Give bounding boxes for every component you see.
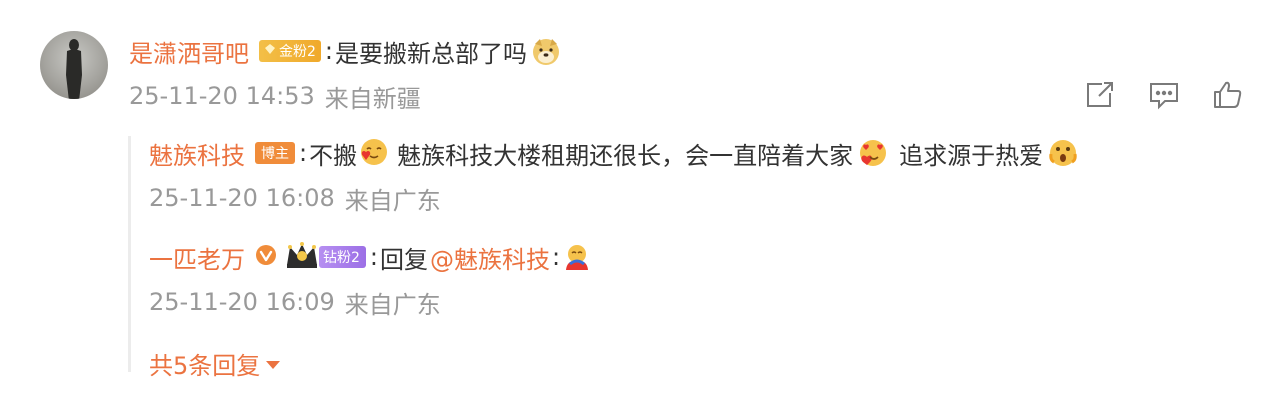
more-replies-link[interactable]: 共5条回复 bbox=[149, 346, 281, 381]
reply-1-text-part3: 追求源于热爱 bbox=[899, 141, 1044, 170]
blogger-badge: 博主 bbox=[255, 142, 295, 164]
reply-2-mention[interactable]: @魅族科技 bbox=[430, 240, 550, 275]
reply-1-timestamp: 25-11-20 16:08 bbox=[149, 184, 335, 212]
avatar-silhouette bbox=[66, 39, 82, 99]
like-icon[interactable] bbox=[1212, 80, 1244, 110]
comment-timestamp: 25-11-20 14:53 bbox=[129, 82, 315, 110]
comment-location: 来自新疆 bbox=[324, 84, 421, 113]
verified-icon bbox=[255, 244, 277, 270]
comment-username[interactable]: 是潇洒哥吧 bbox=[129, 34, 249, 69]
reply-1-header: 魅族科技 博主 : 不搬 魅族科技大楼租期还很长，会一直陪着大家 追求源于热爱 bbox=[149, 136, 1083, 170]
reply-2-location: 来自广东 bbox=[344, 290, 441, 319]
reply-2-meta: 25-11-20 16:09 来自广东 bbox=[149, 286, 441, 319]
colon: : bbox=[324, 37, 334, 65]
hug-emoji-icon bbox=[562, 242, 592, 272]
avatar[interactable] bbox=[40, 31, 108, 99]
reply-1-meta: 25-11-20 16:08 来自广东 bbox=[149, 182, 441, 215]
comment-text: 是要搬新总部了吗 bbox=[335, 39, 528, 68]
doge-emoji-icon bbox=[531, 36, 561, 66]
colon: : bbox=[299, 139, 308, 167]
caret-down-icon bbox=[266, 360, 281, 369]
love-face-emoji-icon bbox=[857, 138, 889, 168]
share-icon[interactable] bbox=[1084, 80, 1116, 110]
colon: : bbox=[552, 243, 561, 271]
reply-2-prefix: 回复 bbox=[380, 245, 429, 274]
comment-icon[interactable] bbox=[1148, 80, 1180, 110]
reply-1-location: 来自广东 bbox=[344, 186, 441, 215]
colon: : bbox=[369, 243, 379, 271]
reply-1-text-part1: 不搬 bbox=[309, 141, 358, 170]
surprised-emoji-icon bbox=[1047, 138, 1079, 168]
reply-1-username[interactable]: 魅族科技 bbox=[149, 136, 245, 171]
reply-1-text-part2: 魅族科技大楼租期还很长，会一直陪着大家 bbox=[397, 141, 854, 170]
crown-icon bbox=[285, 241, 319, 273]
more-replies-label: 共5条回复 bbox=[149, 352, 261, 380]
fan-badge-label: 金粉2 bbox=[279, 44, 316, 60]
comment-meta: 25-11-20 14:53 来自新疆 bbox=[129, 80, 421, 113]
comment-header: 是潇洒哥吧 金粉2 : 是要搬新总部了吗 bbox=[129, 34, 565, 68]
reply-2-username[interactable]: 一匹老万 bbox=[149, 240, 245, 275]
reply-2-timestamp: 25-11-20 16:09 bbox=[149, 288, 335, 316]
reply-2-header: 一匹老万 钻粉2 : 回复 @魅族科技 : bbox=[149, 240, 596, 274]
heart-hug-emoji-icon bbox=[357, 138, 389, 168]
thread-line bbox=[128, 136, 131, 372]
comment-thread: 是潇洒哥吧 金粉2 : 是要搬新总部了吗 25-11-20 14:53 来自新疆 bbox=[0, 0, 1282, 404]
fan-badge[interactable]: 金粉2 bbox=[259, 40, 321, 62]
diamond-fan-badge[interactable]: 钻粉2 bbox=[319, 246, 366, 268]
gem-icon bbox=[264, 43, 276, 59]
